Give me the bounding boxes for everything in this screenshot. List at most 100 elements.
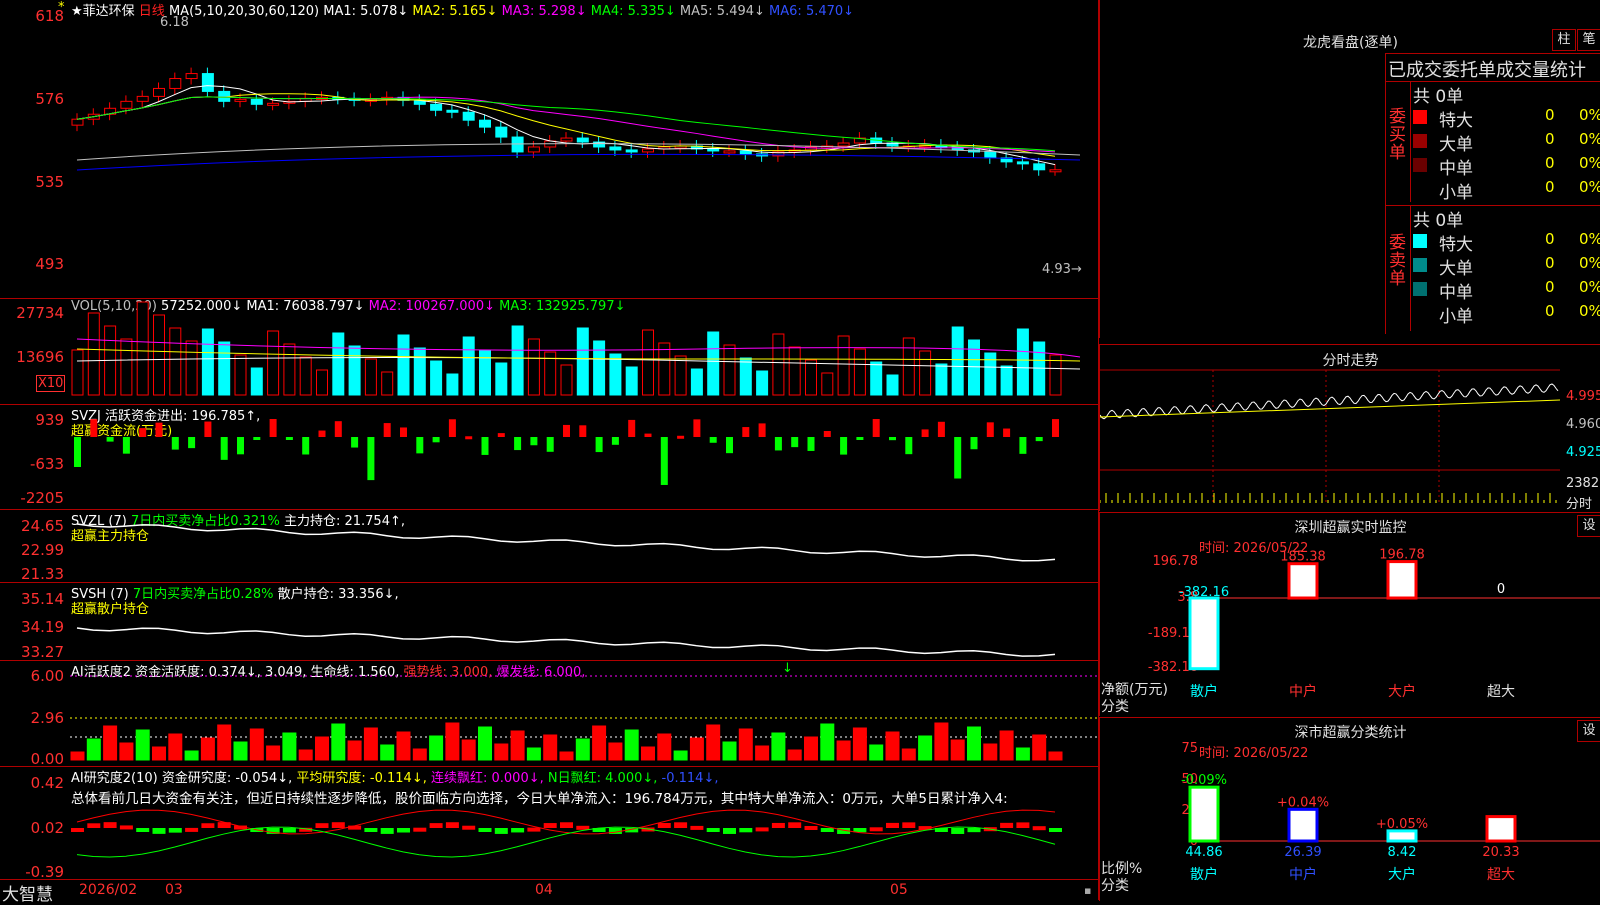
- volume-bar: [479, 349, 491, 396]
- volume-bar: [576, 327, 589, 396]
- volume-bar: [593, 340, 606, 396]
- candle-body: [527, 146, 540, 153]
- svzj-pane[interactable]: 939 -633 -2205 SVZJ 活跃资金进出: 196.785↑, 超赢…: [0, 404, 1098, 507]
- research-bar: [119, 825, 133, 830]
- flow-bar: [807, 437, 815, 451]
- candle-body: [984, 151, 997, 159]
- category-label: 散户: [1190, 683, 1218, 700]
- intraday-panel[interactable]: 分时走势 4.995 4.960 4.925 2382 分时: [1099, 344, 1600, 512]
- flow-bar: [791, 437, 799, 448]
- svzl-chart[interactable]: [0, 510, 1098, 582]
- research-bar: [886, 822, 899, 828]
- active-bar: [412, 748, 427, 761]
- research-bar: [1032, 826, 1046, 831]
- active-bar: [706, 724, 721, 761]
- flow-bar: [334, 421, 342, 437]
- volume-bar: [853, 348, 866, 396]
- research-bar: [511, 828, 525, 833]
- research-bar: [576, 825, 590, 830]
- flow-bar: [889, 437, 896, 441]
- value-label: 0: [1497, 582, 1505, 597]
- ai-active-chart[interactable]: [0, 661, 1098, 766]
- volume-bar: [772, 333, 785, 396]
- research-bar: [902, 822, 916, 828]
- volume-bar: [658, 342, 671, 396]
- flow-bar: [269, 419, 277, 437]
- active-bar: [1048, 751, 1063, 761]
- value-label: 196.78: [1379, 548, 1425, 563]
- active-bar: [722, 741, 737, 761]
- flow-bar: [171, 437, 179, 450]
- active-bar: [494, 743, 509, 761]
- flow-bar: [400, 427, 407, 437]
- candle-body: [169, 78, 182, 89]
- kline-pane[interactable]: 618 576 535 493 * ★菲达环保 日线 MA(5,10,20,30…: [0, 0, 1098, 293]
- svsh-pane[interactable]: 35.14 34.19 33.27 SVSH (7) 7日内买卖净占比0.28%…: [0, 582, 1098, 661]
- research-bar: [315, 823, 329, 828]
- longhu-table: 已成交委托单成交量统计 委买单 共 0单 特大 0 0% 大单 0 0% 中单 …: [1385, 53, 1600, 334]
- flow-bar: [481, 437, 489, 455]
- active-bar: [852, 727, 867, 761]
- candle-body: [560, 137, 573, 142]
- flow-bar: [970, 437, 978, 450]
- intraday-chart[interactable]: [1100, 345, 1600, 511]
- active-bar: [901, 748, 916, 761]
- flow-bar: [90, 419, 98, 437]
- flow-bar: [823, 431, 831, 437]
- intraday-avg-line: [1100, 399, 1561, 418]
- buy-row-num: 0: [1545, 154, 1555, 172]
- ai-active-pane[interactable]: 6.00 2.96 0.00 AI活跃度2 资金活跃度: 0.374↓, 3.0…: [0, 660, 1098, 768]
- research-bar: [282, 828, 296, 833]
- x-axis-bar: 大智慧 2026/02 03 04 05 ▪: [0, 879, 1098, 905]
- volume-chart[interactable]: [0, 299, 1098, 396]
- category-label: 大户: [1388, 683, 1416, 700]
- research-bar: [755, 827, 769, 832]
- tick-mode-button[interactable]: 笔: [1577, 29, 1600, 51]
- value-label: +0.04%: [1277, 795, 1329, 810]
- active-bar: [918, 735, 933, 761]
- flow-bar: [188, 437, 196, 449]
- active-bar: [983, 743, 998, 761]
- active-bar: [461, 739, 476, 761]
- flow-bar: [383, 423, 391, 437]
- candle-body: [739, 150, 752, 155]
- svzj-chart[interactable]: [0, 405, 1098, 506]
- svsh-chart[interactable]: [0, 583, 1098, 660]
- sell-row-num: 0: [1545, 278, 1555, 296]
- flow-bar: [139, 428, 147, 437]
- legend-swatch: [1413, 258, 1427, 272]
- ratio-label: 26.39: [1284, 845, 1321, 860]
- svzl-pane[interactable]: 24.65 22.99 21.33 SVZL (7) 7日内买卖净占比0.321…: [0, 509, 1098, 583]
- candle-body: [576, 137, 589, 143]
- flow-bar: [937, 421, 945, 437]
- volume-bar: [201, 328, 214, 396]
- flow-bar: [579, 425, 587, 437]
- buy-section: 委买单 共 0单 特大 0 0% 大单 0 0% 中单 0 0% 小单 0 0%: [1386, 81, 1600, 203]
- sell-row-label: 特大: [1439, 235, 1473, 255]
- bar-mode-button[interactable]: 柱: [1552, 29, 1576, 51]
- volume-pane[interactable]: 27734 13696 X10 VOL(5,10,20) 57252.000↓ …: [0, 298, 1098, 396]
- volume-bar: [902, 337, 915, 396]
- research-bar: [543, 823, 557, 828]
- flow-bar: [285, 437, 293, 440]
- flow-bar: [465, 436, 473, 440]
- volume-bar: [120, 338, 133, 396]
- sell-total: 共 0单: [1413, 211, 1464, 231]
- kline-chart[interactable]: [0, 0, 1098, 293]
- lock-icon[interactable]: ▪: [1084, 884, 1091, 897]
- research-bar: [413, 827, 427, 832]
- active-bar: [184, 750, 199, 761]
- flow-bar: [367, 437, 375, 481]
- candle-body: [153, 87, 165, 97]
- ai-research-pane[interactable]: 0.42 0.02 -0.39 AI研究度2(10) 资金研究度: -0.054…: [0, 766, 1098, 881]
- ai-research-chart[interactable]: [0, 767, 1098, 880]
- buy-row-label: 小单: [1439, 183, 1473, 203]
- legend-swatch: [1413, 158, 1427, 172]
- flow-bar: [122, 437, 130, 454]
- value-bar: [1386, 560, 1418, 600]
- research-bar: [527, 827, 541, 832]
- value-bar: [1287, 807, 1319, 843]
- flow-bar: [546, 437, 554, 452]
- research-line: [76, 809, 1056, 835]
- longhu-subtitle: 已成交委托单成交量统计: [1388, 60, 1586, 81]
